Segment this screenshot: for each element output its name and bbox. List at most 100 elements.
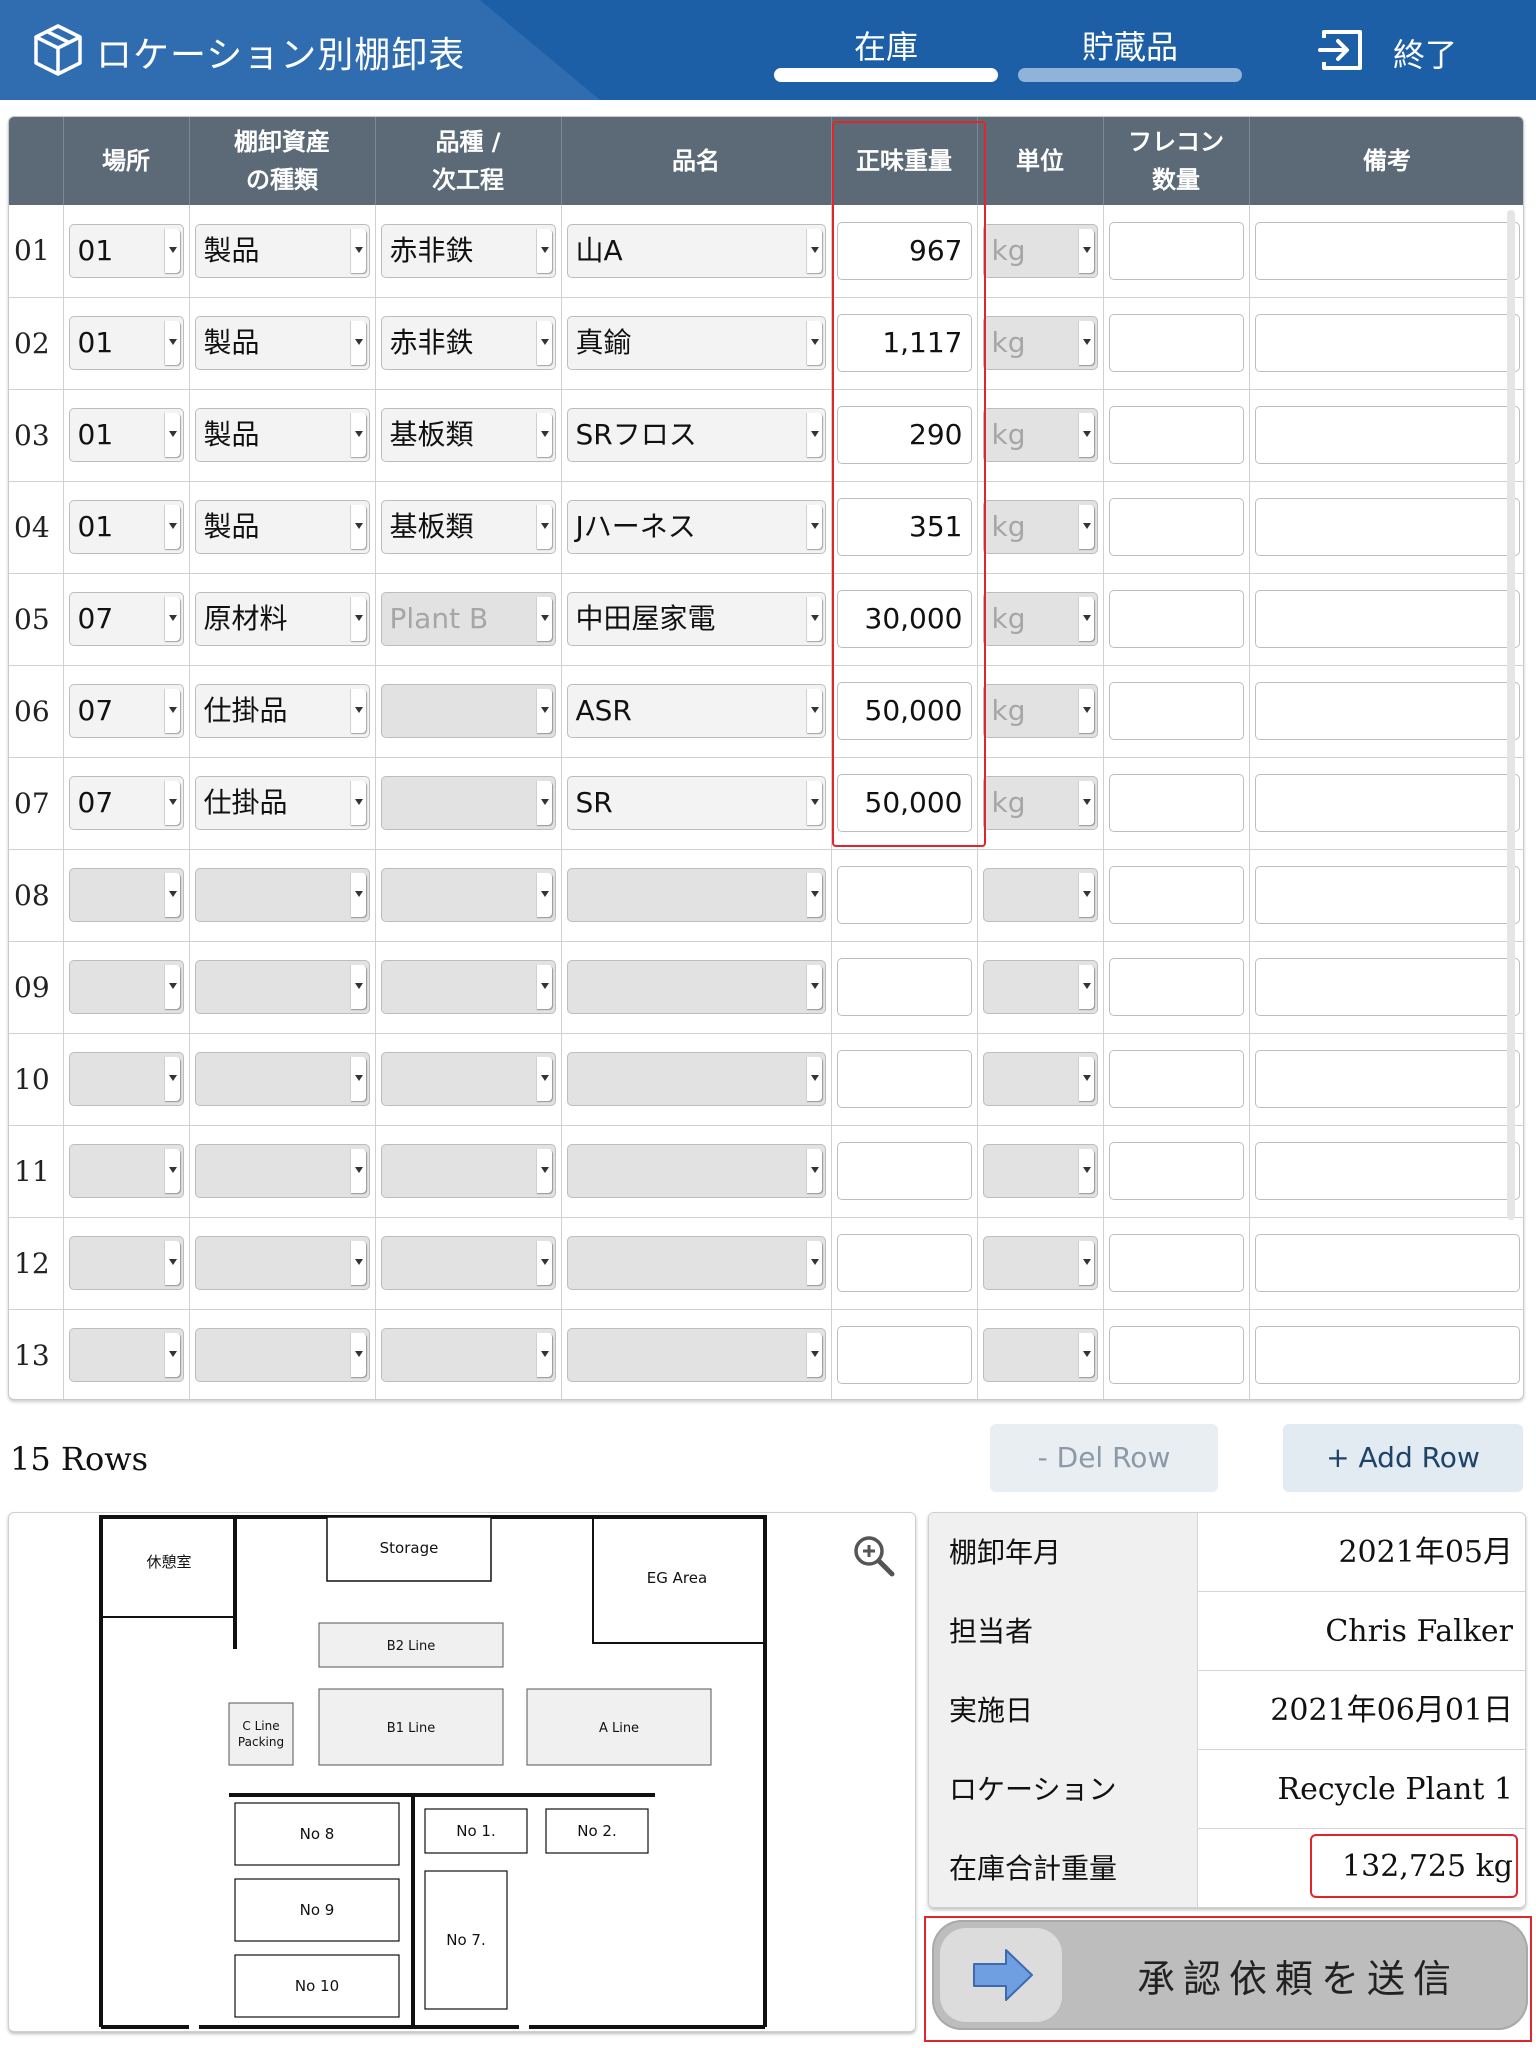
dropdown-arrow-icon[interactable] — [535, 505, 552, 549]
dropdown-arrow-icon[interactable] — [805, 1057, 822, 1101]
remarks-input[interactable] — [1254, 682, 1520, 740]
dropdown-arrow-icon[interactable] — [163, 1057, 180, 1101]
dropdown-arrow-icon[interactable] — [349, 1057, 366, 1101]
remarks-input[interactable] — [1254, 1050, 1520, 1108]
location-select[interactable]: 01 — [68, 500, 184, 554]
asset-type-select[interactable]: 製品 — [194, 316, 370, 370]
variety-select[interactable] — [380, 868, 556, 922]
asset-type-select[interactable]: 原材料 — [194, 592, 370, 646]
zoom-in-icon[interactable] — [852, 1534, 896, 1578]
location-select[interactable]: 01 — [68, 316, 184, 370]
dropdown-arrow-icon[interactable] — [535, 321, 552, 365]
variety-select[interactable]: 基板類 — [380, 500, 556, 554]
dropdown-arrow-icon[interactable] — [805, 505, 822, 549]
item-name-select[interactable]: SRフロス — [566, 408, 826, 462]
item-name-select[interactable] — [566, 1236, 826, 1290]
flecon-qty-input[interactable] — [1108, 221, 1244, 280]
asset-type-select[interactable] — [194, 960, 370, 1014]
remarks-input[interactable] — [1254, 590, 1520, 648]
dropdown-arrow-icon[interactable] — [163, 597, 180, 641]
unit-select[interactable] — [982, 1328, 1098, 1382]
dropdown-arrow-icon[interactable] — [163, 1241, 180, 1285]
flecon-qty-input[interactable] — [1108, 958, 1244, 1016]
remarks-input[interactable] — [1254, 498, 1520, 556]
remarks-input[interactable] — [1254, 1234, 1520, 1292]
unit-select[interactable] — [982, 868, 1098, 922]
dropdown-arrow-icon[interactable] — [805, 1333, 822, 1377]
table-scrollbar[interactable] — [1507, 210, 1515, 1220]
asset-type-select[interactable]: 製品 — [194, 223, 370, 278]
location-select[interactable]: 07 — [68, 684, 184, 738]
item-name-select[interactable]: 山A — [566, 223, 826, 278]
remarks-input[interactable] — [1254, 314, 1520, 372]
variety-select[interactable] — [380, 960, 556, 1014]
submit-approval-button[interactable]: 承認依頼を送信 — [932, 1920, 1528, 2030]
net-weight-input[interactable]: 1,117 — [836, 314, 972, 372]
unit-select[interactable] — [982, 1236, 1098, 1290]
dropdown-arrow-icon[interactable] — [535, 1057, 552, 1101]
net-weight-input[interactable] — [836, 958, 972, 1016]
location-select[interactable] — [68, 1052, 184, 1106]
dropdown-arrow-icon[interactable] — [535, 228, 552, 273]
unit-select[interactable]: kg — [982, 316, 1098, 370]
asset-type-select[interactable]: 仕掛品 — [194, 684, 370, 738]
dropdown-arrow-icon[interactable] — [805, 873, 822, 917]
flecon-qty-input[interactable] — [1108, 498, 1244, 556]
dropdown-arrow-icon[interactable] — [349, 1241, 366, 1285]
dropdown-arrow-icon[interactable] — [1077, 689, 1094, 733]
asset-type-select[interactable] — [194, 868, 370, 922]
net-weight-input[interactable] — [836, 1142, 972, 1200]
tab-stock[interactable]: 在庫 — [774, 22, 998, 68]
location-select[interactable]: 07 — [68, 776, 184, 830]
net-weight-input[interactable]: 50,000 — [836, 682, 972, 740]
remarks-input[interactable] — [1254, 406, 1520, 464]
dropdown-arrow-icon[interactable] — [163, 689, 180, 733]
item-name-select[interactable]: Jハーネス — [566, 500, 826, 554]
location-select[interactable]: 01 — [68, 408, 184, 462]
dropdown-arrow-icon[interactable] — [349, 873, 366, 917]
dropdown-arrow-icon[interactable] — [163, 228, 180, 273]
dropdown-arrow-icon[interactable] — [1077, 1333, 1094, 1377]
dropdown-arrow-icon[interactable] — [535, 689, 552, 733]
dropdown-arrow-icon[interactable] — [1077, 781, 1094, 825]
variety-select[interactable] — [380, 776, 556, 830]
remarks-input[interactable] — [1254, 1142, 1520, 1200]
net-weight-input[interactable] — [836, 866, 972, 924]
unit-select[interactable]: kg — [982, 223, 1098, 278]
flecon-qty-input[interactable] — [1108, 774, 1244, 832]
dropdown-arrow-icon[interactable] — [349, 689, 366, 733]
dropdown-arrow-icon[interactable] — [163, 1333, 180, 1377]
dropdown-arrow-icon[interactable] — [163, 1149, 180, 1193]
asset-type-select[interactable] — [194, 1144, 370, 1198]
variety-select[interactable] — [380, 1328, 556, 1382]
dropdown-arrow-icon[interactable] — [1077, 1057, 1094, 1101]
dropdown-arrow-icon[interactable] — [349, 1333, 366, 1377]
dropdown-arrow-icon[interactable] — [805, 965, 822, 1009]
dropdown-arrow-icon[interactable] — [805, 321, 822, 365]
dropdown-arrow-icon[interactable] — [1077, 505, 1094, 549]
item-name-select[interactable] — [566, 868, 826, 922]
exit-icon[interactable] — [1318, 26, 1366, 74]
location-select[interactable] — [68, 960, 184, 1014]
dropdown-arrow-icon[interactable] — [805, 413, 822, 457]
net-weight-input[interactable] — [836, 1326, 972, 1384]
flecon-qty-input[interactable] — [1108, 590, 1244, 648]
dropdown-arrow-icon[interactable] — [349, 597, 366, 641]
variety-select[interactable]: Plant B — [380, 592, 556, 646]
remarks-input[interactable] — [1254, 1326, 1520, 1384]
dropdown-arrow-icon[interactable] — [349, 965, 366, 1009]
dropdown-arrow-icon[interactable] — [535, 781, 552, 825]
unit-select[interactable] — [982, 1144, 1098, 1198]
flecon-qty-input[interactable] — [1108, 1142, 1244, 1200]
tab-supplies[interactable]: 貯蔵品 — [1018, 22, 1242, 68]
remarks-input[interactable] — [1254, 866, 1520, 924]
asset-type-select[interactable]: 製品 — [194, 500, 370, 554]
item-name-select[interactable] — [566, 960, 826, 1014]
dropdown-arrow-icon[interactable] — [349, 228, 366, 273]
net-weight-input[interactable]: 290 — [836, 406, 972, 464]
remarks-input[interactable] — [1254, 774, 1520, 832]
net-weight-input[interactable]: 50,000 — [836, 774, 972, 832]
dropdown-arrow-icon[interactable] — [349, 505, 366, 549]
dropdown-arrow-icon[interactable] — [163, 505, 180, 549]
dropdown-arrow-icon[interactable] — [535, 413, 552, 457]
